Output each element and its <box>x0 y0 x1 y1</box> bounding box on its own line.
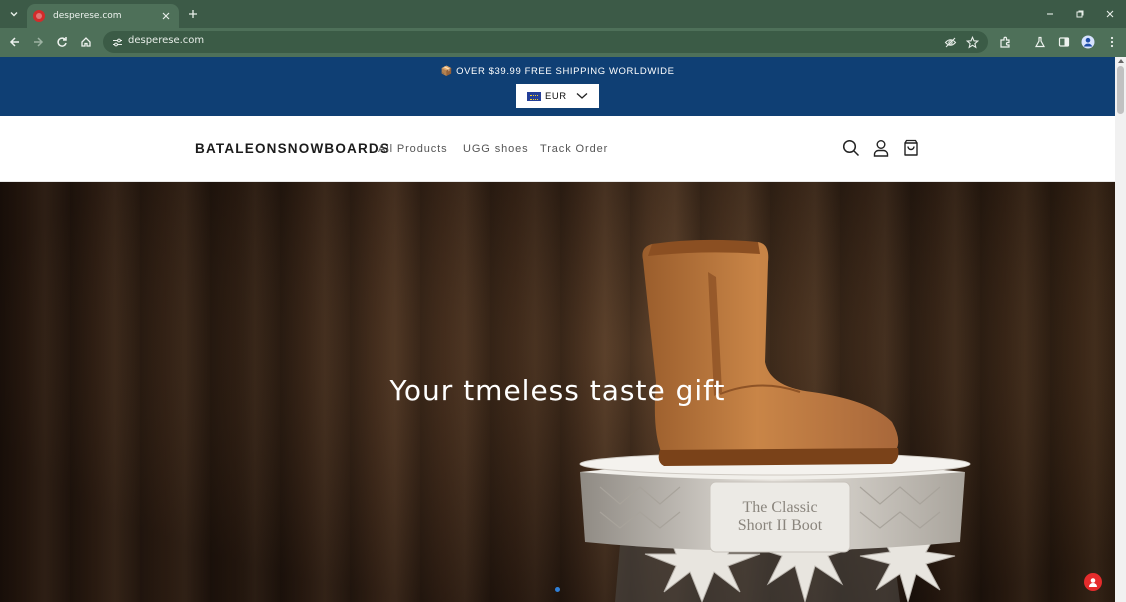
cart-button[interactable] <box>901 138 921 158</box>
page-viewport: 📦 OVER $39.99 FREE SHIPPING WORLDWIDE EU… <box>0 57 1115 602</box>
tracking-protection-button[interactable] <box>942 34 958 50</box>
page-scrollbar[interactable] <box>1115 57 1126 602</box>
side-panel-icon <box>1058 37 1070 47</box>
puzzle-icon <box>999 36 1010 48</box>
eye-off-icon <box>944 37 956 47</box>
side-panel-button[interactable] <box>1055 33 1073 51</box>
restore-window-button[interactable] <box>1070 4 1090 24</box>
minimize-icon <box>1047 13 1053 15</box>
bookmark-star-button[interactable] <box>964 34 980 50</box>
scroll-up-arrow-icon[interactable] <box>1118 59 1124 63</box>
star-icon <box>965 35 979 48</box>
pedestal-label: The Classic Short II Boot <box>738 499 823 534</box>
tab-title: desperese.com <box>53 11 122 21</box>
pedestal-label-line2: Short II Boot <box>738 517 823 534</box>
support-agent-icon <box>1089 578 1097 587</box>
nav-link-track-order[interactable]: Track Order <box>540 143 608 155</box>
search-button[interactable] <box>841 138 861 158</box>
browser-tab-active[interactable]: desperese.com <box>27 4 179 28</box>
site-info-button[interactable] <box>110 35 124 49</box>
back-button[interactable] <box>6 33 24 51</box>
nav-link-ugg-shoes[interactable]: UGG shoes <box>463 143 529 155</box>
extensions-button[interactable] <box>996 33 1014 51</box>
nav-link-all-products[interactable]: All Products <box>378 143 448 155</box>
hero-banner: Your tmeless taste gift The Classic Shor… <box>0 182 1115 602</box>
arrow-right-icon <box>34 37 44 47</box>
eu-flag-icon <box>527 91 541 101</box>
tab-close-button[interactable] <box>159 9 173 23</box>
scrollbar-thumb[interactable] <box>1117 66 1124 114</box>
new-tab-button[interactable] <box>185 6 201 22</box>
close-icon <box>1106 10 1114 18</box>
close-icon <box>162 12 170 20</box>
close-window-button[interactable] <box>1100 4 1120 24</box>
address-bar[interactable]: desperese.com <box>103 31 988 53</box>
chevron-down-icon <box>576 90 588 102</box>
currency-selector[interactable]: EUR <box>516 84 599 108</box>
search-icon <box>842 139 860 157</box>
user-icon <box>873 140 889 157</box>
store-logo[interactable]: BATALEONSNOWBOARDS <box>195 141 390 156</box>
arrow-left-icon <box>9 37 19 47</box>
announcement-bar: 📦 OVER $39.99 FREE SHIPPING WORLDWIDE EU… <box>0 57 1115 116</box>
shopping-bag-icon <box>904 139 918 156</box>
forward-button[interactable] <box>29 33 47 51</box>
site-favicon-icon <box>33 10 45 22</box>
currency-code: EUR <box>545 90 567 102</box>
reload-button[interactable] <box>53 33 71 51</box>
slideshow-dot[interactable] <box>555 587 560 592</box>
pedestal-label-line1: The Classic <box>742 499 817 516</box>
url-text: desperese.com <box>128 35 205 46</box>
home-icon <box>81 37 91 47</box>
plus-icon <box>189 10 197 18</box>
labs-button[interactable] <box>1031 33 1049 51</box>
reload-icon <box>57 37 67 47</box>
tune-icon <box>112 38 122 46</box>
flask-icon <box>1034 36 1046 48</box>
chat-support-button[interactable] <box>1084 573 1102 591</box>
avatar-icon <box>1081 35 1095 49</box>
browser-menu-button[interactable] <box>1103 33 1121 51</box>
hero-heading: Your tmeless taste gift <box>389 374 726 407</box>
browser-tab-strip: desperese.com <box>0 0 1126 28</box>
site-header: BATALEONSNOWBOARDS All Products UGG shoe… <box>0 116 1115 182</box>
announcement-text: 📦 OVER $39.99 FREE SHIPPING WORLDWIDE <box>440 66 675 77</box>
more-vertical-icon <box>1110 36 1114 48</box>
tab-search-button[interactable] <box>4 4 24 24</box>
home-button[interactable] <box>77 33 95 51</box>
minimize-window-button[interactable] <box>1040 4 1060 24</box>
account-button[interactable] <box>871 138 891 158</box>
profile-button[interactable] <box>1079 33 1097 51</box>
chevron-down-icon <box>10 12 18 17</box>
restore-icon <box>1076 10 1084 18</box>
